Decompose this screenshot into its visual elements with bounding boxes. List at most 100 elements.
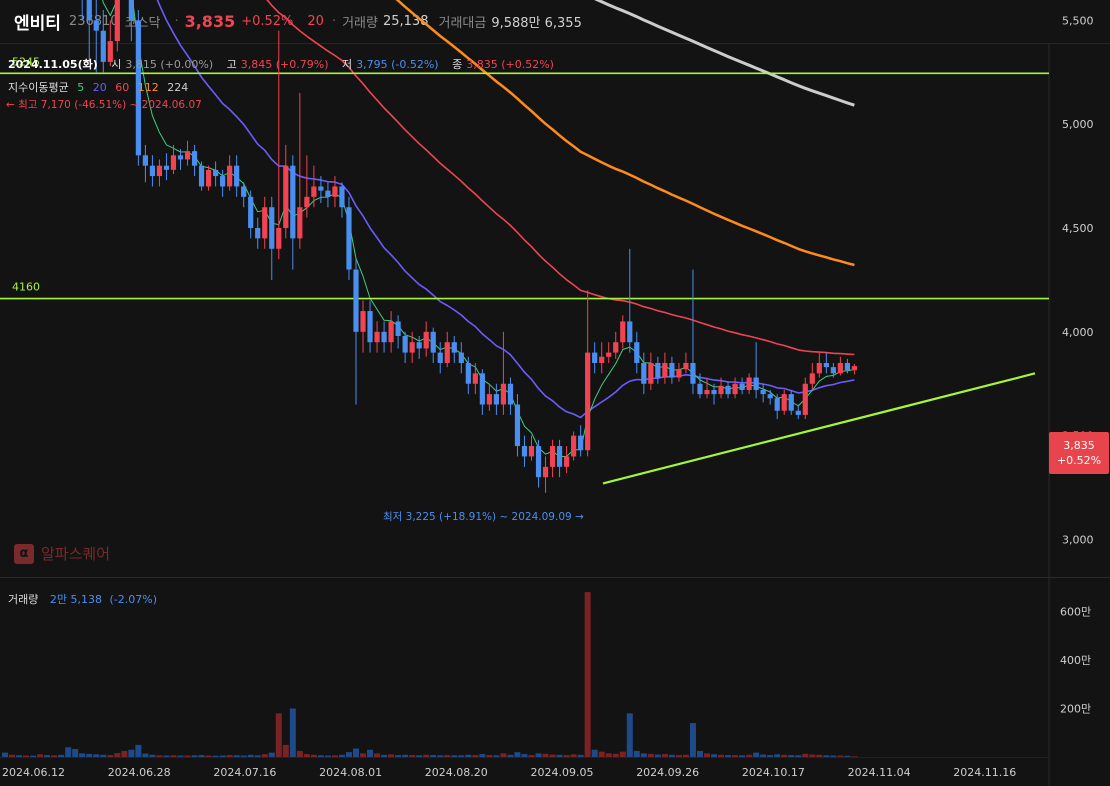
volume-bar bbox=[16, 755, 23, 757]
candle bbox=[339, 186, 345, 208]
candle bbox=[549, 446, 556, 467]
candle bbox=[613, 342, 619, 353]
price-tick-label: 5,000 bbox=[1062, 118, 1094, 131]
volume-bar bbox=[367, 749, 374, 757]
volume-bar bbox=[254, 755, 261, 757]
volume-bar bbox=[830, 755, 837, 757]
candle bbox=[655, 362, 661, 378]
candle bbox=[578, 435, 584, 451]
candle bbox=[220, 176, 226, 187]
close-label: 종 bbox=[452, 58, 463, 71]
candle bbox=[823, 362, 829, 368]
volume-bar bbox=[795, 755, 802, 757]
candle bbox=[746, 377, 752, 390]
volume-bar bbox=[23, 755, 30, 757]
candle bbox=[262, 207, 268, 239]
volume-bar bbox=[142, 753, 149, 757]
candle bbox=[367, 311, 373, 343]
candle bbox=[297, 207, 303, 239]
ma-legend-5[interactable]: 5 bbox=[77, 81, 84, 94]
volume-bar bbox=[163, 755, 170, 757]
candle bbox=[753, 377, 759, 390]
ma-legend-224[interactable]: 224 bbox=[167, 81, 188, 94]
candle bbox=[816, 362, 822, 374]
volume-bar bbox=[268, 752, 275, 757]
volume-bar bbox=[444, 755, 451, 757]
volume-bar bbox=[402, 754, 409, 757]
ma-legend-60[interactable]: 60 bbox=[115, 81, 129, 94]
candle bbox=[388, 321, 394, 343]
ma-legend-20[interactable]: 20 bbox=[93, 81, 107, 94]
candle bbox=[163, 165, 170, 170]
volume-bar bbox=[718, 754, 725, 757]
open-label: 시 bbox=[111, 58, 122, 71]
candle bbox=[844, 362, 850, 371]
volume-bar bbox=[521, 754, 528, 757]
volume-bar bbox=[86, 753, 93, 757]
volume-bar bbox=[114, 753, 121, 757]
volume-bar bbox=[640, 753, 647, 757]
date-tick-label: 2024.08.01 bbox=[319, 766, 382, 779]
volume-bar bbox=[324, 755, 331, 757]
volume-bar bbox=[240, 755, 247, 757]
volume-bar bbox=[58, 754, 65, 757]
candle bbox=[332, 186, 338, 197]
volume-bar bbox=[788, 755, 795, 757]
volume-bar bbox=[149, 754, 156, 757]
date-tick-label: 2024.08.20 bbox=[425, 766, 488, 779]
volume-bar bbox=[135, 744, 142, 757]
candle bbox=[198, 165, 205, 187]
volume-bar bbox=[458, 755, 465, 757]
date-tick-label: 2024.06.28 bbox=[108, 766, 171, 779]
candle bbox=[725, 385, 731, 395]
volume-bar bbox=[577, 754, 584, 757]
volume-bar bbox=[837, 755, 844, 757]
candle bbox=[311, 186, 317, 197]
price-tick-label: 5,500 bbox=[1062, 14, 1094, 27]
volume-bar bbox=[549, 754, 556, 757]
candle bbox=[346, 207, 352, 270]
candle bbox=[507, 383, 514, 405]
volume-bar bbox=[661, 754, 668, 757]
candle bbox=[325, 190, 331, 197]
volume-bar bbox=[345, 752, 352, 757]
volume-legend: 거래량 2만 5,138 (-2.07%) bbox=[8, 591, 157, 607]
volume-bar bbox=[774, 754, 781, 757]
candle bbox=[718, 385, 724, 395]
candle bbox=[177, 155, 184, 160]
volume-bar bbox=[51, 755, 58, 757]
candle bbox=[374, 331, 380, 343]
volume-tick-label: 200만 bbox=[1060, 703, 1091, 716]
price-chart[interactable]: 7,5007,0006,5006,0005,5005,0004,5004,000… bbox=[0, 0, 1110, 786]
volume-bar bbox=[282, 744, 289, 757]
candle bbox=[205, 169, 212, 187]
candle bbox=[634, 342, 640, 363]
price-tag-value: 3,835 bbox=[1063, 439, 1095, 452]
ma-legend[interactable]: 지수이동평균 5 20 60 112 224 bbox=[8, 79, 193, 95]
volume-bar bbox=[395, 755, 402, 757]
volume-bar bbox=[93, 754, 100, 757]
candle bbox=[430, 331, 436, 353]
volume-bar bbox=[844, 755, 851, 757]
date-tick-label: 2024.11.04 bbox=[848, 766, 911, 779]
candle bbox=[114, 0, 120, 42]
price-tick-label: 4,500 bbox=[1062, 222, 1094, 235]
volume-bar bbox=[121, 750, 128, 757]
candle bbox=[465, 362, 471, 384]
candle bbox=[620, 321, 626, 343]
volume-legend-value: 2만 5,138 bbox=[49, 593, 102, 606]
candle bbox=[781, 394, 787, 411]
candle bbox=[683, 362, 689, 370]
volume-bar bbox=[563, 755, 570, 757]
volume-bar bbox=[451, 755, 458, 757]
volume-bar bbox=[760, 754, 767, 757]
volume-bar bbox=[100, 754, 107, 757]
volume-bar bbox=[696, 750, 703, 757]
volume-bar bbox=[430, 755, 437, 757]
candle bbox=[142, 155, 148, 166]
ma-legend-112[interactable]: 112 bbox=[138, 81, 159, 94]
high-label: 고 bbox=[226, 58, 237, 71]
volume-bar bbox=[507, 754, 514, 757]
ma-legend-label: 지수이동평균 bbox=[8, 81, 69, 94]
volume-bar bbox=[689, 723, 696, 757]
